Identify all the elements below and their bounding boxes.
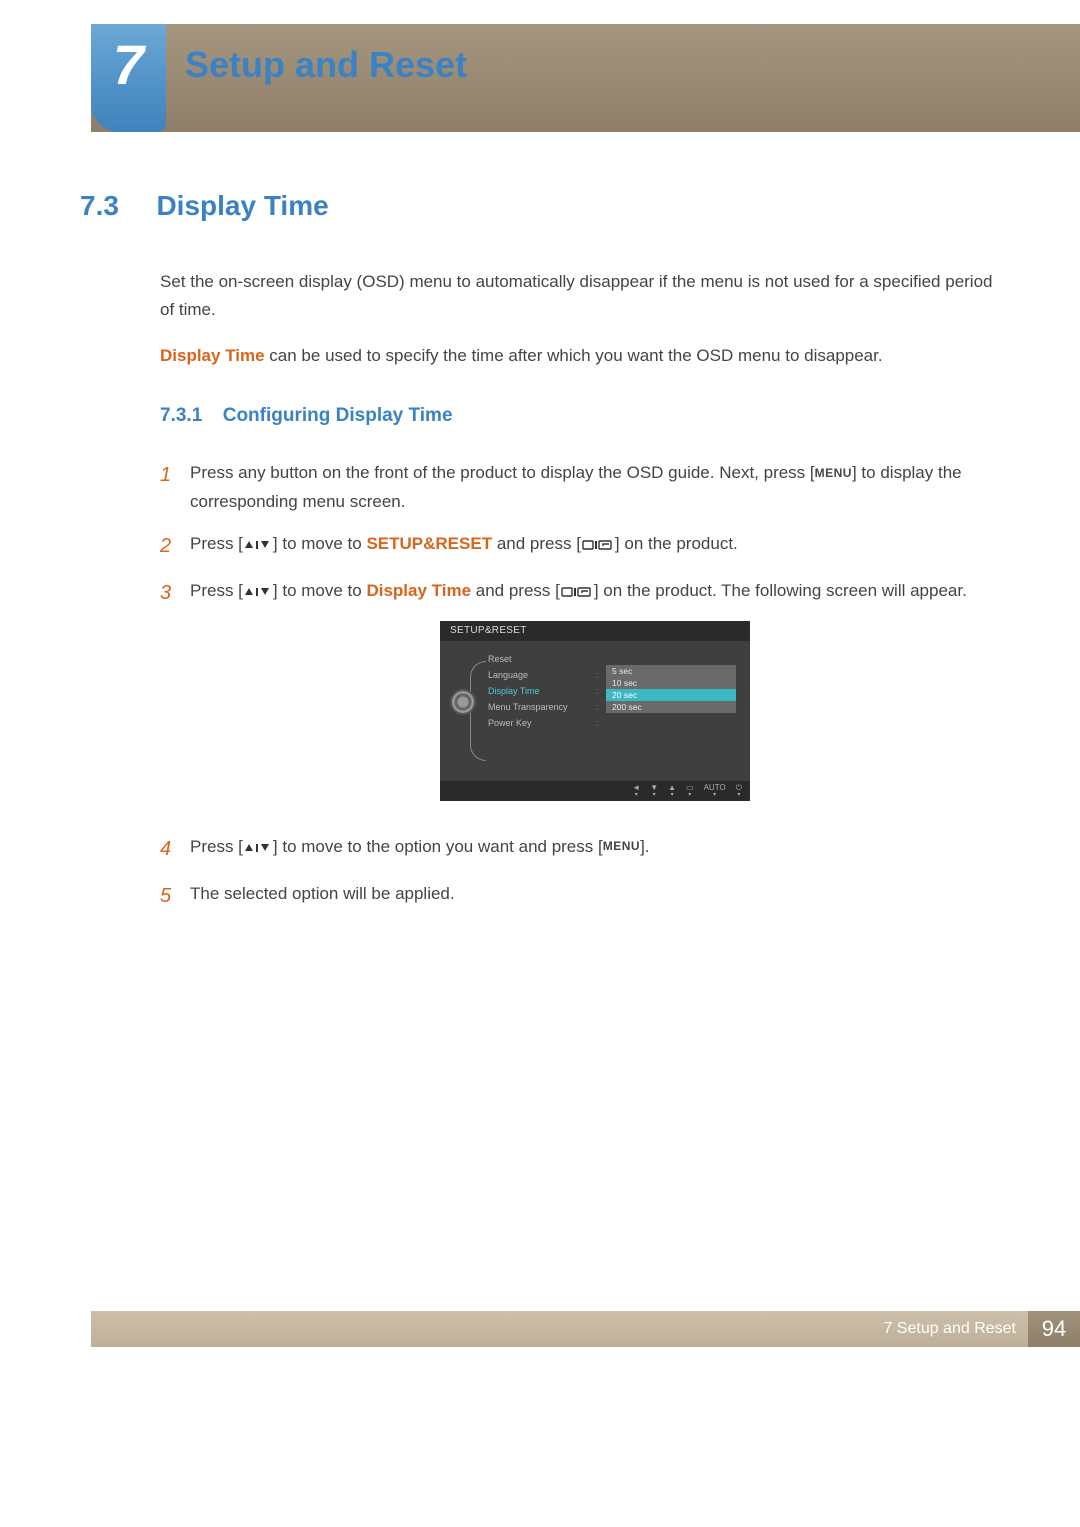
gear-icon — [452, 691, 474, 713]
step-4: 4 Press [] to move to the option you wan… — [160, 833, 1000, 866]
osd-header: SETUP&RESET — [440, 621, 750, 641]
chapter-number: 7 — [113, 32, 144, 97]
footer-bar: 7 Setup and Reset 94 — [91, 1311, 1080, 1347]
step-number: 3 — [160, 577, 190, 819]
step-text: Press any button on the front of the pro… — [190, 459, 1000, 515]
section-number: 7.3 — [80, 190, 152, 222]
osd-arc-decoration — [470, 661, 486, 761]
osd-option-selected: 20 sec — [606, 689, 736, 701]
subsection-heading: 7.3.1 Configuring Display Time — [160, 400, 1000, 431]
menu-button-label: MENU — [815, 464, 852, 484]
osd-dropdown-options: 5 sec 10 sec 20 sec 200 sec — [606, 665, 736, 713]
chapter-title: Setup and Reset — [185, 44, 467, 86]
section-body: Set the on-screen display (OSD) menu to … — [160, 268, 1000, 913]
osd-option: 200 sec — [606, 701, 736, 713]
subsection-number: 7.3.1 — [160, 400, 218, 431]
subsection-title: Configuring Display Time — [223, 400, 453, 431]
source-enter-icon — [560, 583, 594, 600]
nav-up-icon: ▲▾ — [668, 784, 676, 798]
osd-row-power-key: Power Key: — [488, 715, 750, 731]
highlight-display-time: Display Time — [160, 346, 265, 365]
chapter-number-tab: 7 — [91, 24, 166, 132]
up-down-arrow-icon — [243, 583, 273, 600]
step-text: Press [] to move to Display Time and pre… — [190, 577, 1000, 819]
step-2: 2 Press [] to move to SETUP&RESET and pr… — [160, 530, 1000, 563]
up-down-arrow-icon — [243, 839, 273, 856]
nav-enter-icon: ▭▾ — [686, 784, 694, 798]
step-text: The selected option will be applied. — [190, 880, 1000, 913]
osd-body: Reset Language:English Display Time: Men… — [440, 641, 750, 781]
osd-footer-nav: ◄▾ ▼▾ ▲▾ ▭▾ AUTO▾ ⏻▾ — [440, 781, 750, 801]
nav-left-icon: ◄▾ — [632, 784, 640, 798]
footer-page-number: 94 — [1028, 1311, 1080, 1347]
up-down-arrow-icon — [243, 536, 273, 553]
osd-option: 10 sec — [606, 677, 736, 689]
highlight-display-time-step: Display Time — [366, 581, 471, 600]
step-list: 1 Press any button on the front of the p… — [160, 459, 1000, 912]
footer-chapter-label: 7 Setup and Reset — [883, 1320, 1016, 1338]
section-title: Display Time — [156, 190, 328, 222]
source-enter-icon — [581, 536, 615, 553]
intro2-rest: can be used to specify the time after wh… — [265, 346, 883, 365]
step-number: 5 — [160, 880, 190, 913]
step-3: 3 Press [] to move to Display Time and p… — [160, 577, 1000, 819]
step-number: 2 — [160, 530, 190, 563]
osd-option: 5 sec — [606, 665, 736, 677]
step-1: 1 Press any button on the front of the p… — [160, 459, 1000, 515]
step-5: 5 The selected option will be applied. — [160, 880, 1000, 913]
nav-auto-label: AUTO▾ — [704, 784, 726, 798]
nav-down-icon: ▼▾ — [650, 784, 658, 798]
main-content: 7.3 Display Time Set the on-screen displ… — [80, 190, 1000, 927]
intro-paragraph: Set the on-screen display (OSD) menu to … — [160, 268, 1000, 324]
menu-button-label: MENU — [603, 837, 640, 857]
section-heading: 7.3 Display Time — [80, 190, 1000, 222]
osd-screenshot: SETUP&RESET Reset Language:English — [440, 621, 750, 801]
step-number: 4 — [160, 833, 190, 866]
step-text: Press [] to move to the option you want … — [190, 833, 1000, 866]
nav-power-icon: ⏻▾ — [736, 784, 742, 798]
step-text: Press [] to move to SETUP&RESET and pres… — [190, 530, 1000, 563]
step-number: 1 — [160, 459, 190, 515]
intro-paragraph-2: Display Time can be used to specify the … — [160, 342, 1000, 370]
highlight-setup-reset: SETUP&RESET — [366, 534, 492, 553]
